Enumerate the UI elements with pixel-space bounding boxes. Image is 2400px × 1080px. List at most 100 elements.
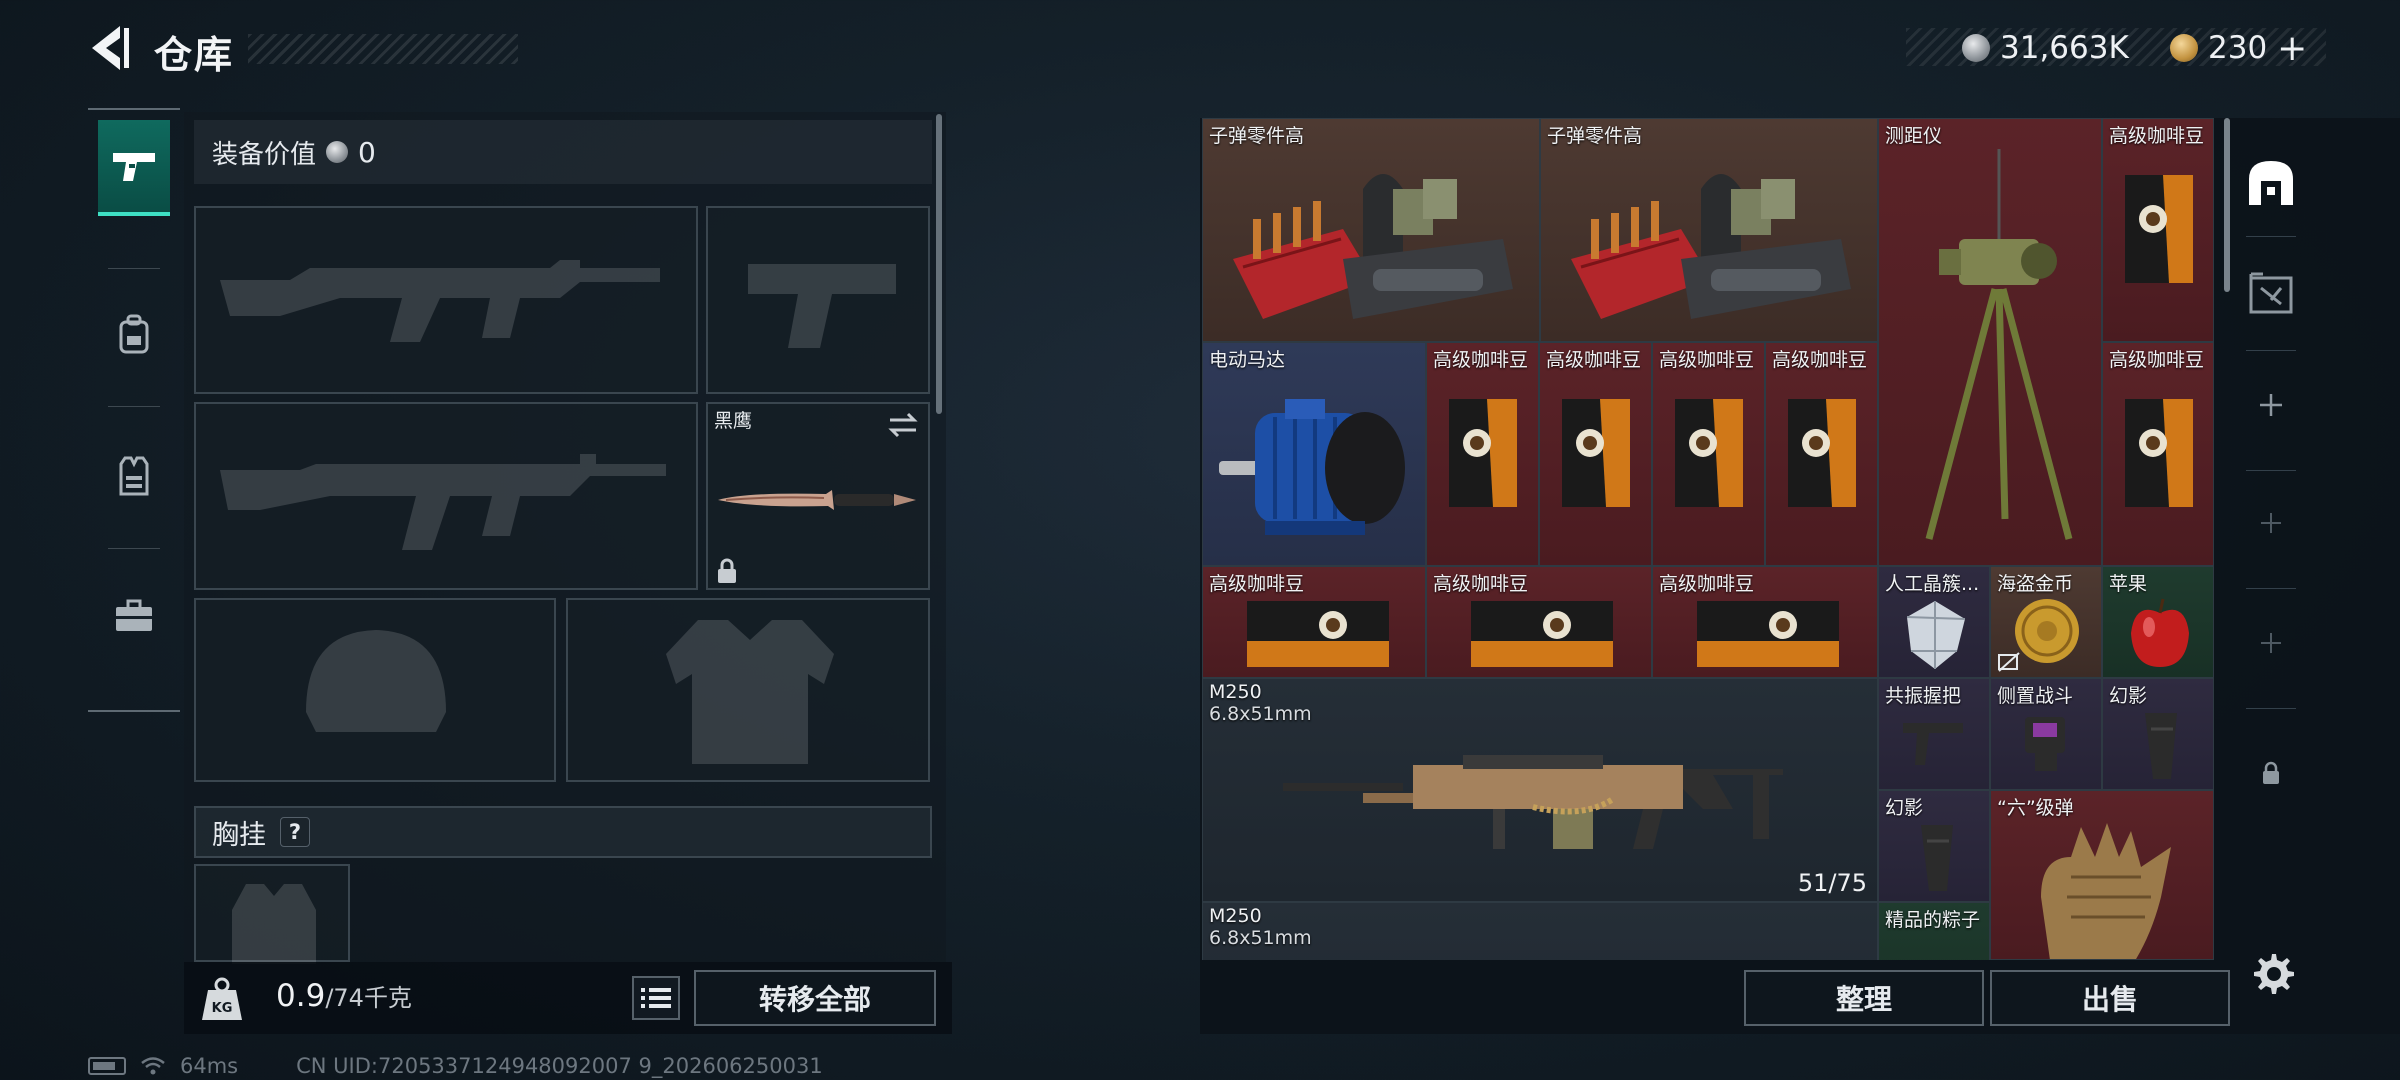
storage-item[interactable]: 高级咖啡豆 xyxy=(1652,566,1878,678)
storage-item[interactable]: 高级咖啡豆 xyxy=(2102,118,2214,342)
storage-item[interactable]: “六”级弹 xyxy=(1990,790,2214,960)
chest-rig-slot[interactable] xyxy=(194,864,350,964)
add-icon xyxy=(2261,633,2281,653)
side-sight-icon xyxy=(2025,717,2065,771)
help-icon[interactable]: ? xyxy=(280,817,310,847)
settings-button[interactable] xyxy=(2250,952,2294,996)
storage-item[interactable]: 子弹零件高 xyxy=(1202,118,1540,342)
transfer-all-button[interactable]: 转移全部 xyxy=(694,970,936,1026)
coffee-bag-icon xyxy=(2125,399,2193,507)
add-storage-button[interactable] xyxy=(2236,370,2306,440)
storage-item[interactable]: 高级咖啡豆 xyxy=(1652,342,1765,566)
pistol-grip-icon xyxy=(1921,825,1953,891)
item-name: 高级咖啡豆 xyxy=(1433,349,1529,371)
item-caliber: 6.8x51mm xyxy=(1209,703,1312,725)
no-sell-icon xyxy=(1998,652,2020,672)
back-button[interactable] xyxy=(84,22,132,74)
machine-gun-icon xyxy=(1283,755,1783,849)
storage-item[interactable]: 人工晶簇... xyxy=(1878,566,1990,678)
coffee-bag-icon xyxy=(1449,399,1517,507)
item-count: 51/75 xyxy=(1797,869,1867,897)
capacity-max: /74千克 xyxy=(325,984,412,1012)
storage-side-strip xyxy=(2236,118,2306,948)
item-name: 幻影 xyxy=(2109,685,2148,707)
sort-button[interactable]: 整理 xyxy=(1744,970,1984,1026)
item-name: 苹果 xyxy=(2109,573,2148,595)
item-name: 高级咖啡豆 xyxy=(1433,573,1529,595)
add-icon xyxy=(2260,394,2282,416)
pistol-grip-icon xyxy=(2145,713,2177,779)
swap-icon[interactable] xyxy=(886,410,920,440)
storage-item[interactable]: 高级咖啡豆 xyxy=(1426,342,1539,566)
storage-item[interactable]: 幻影 xyxy=(1878,790,1990,902)
item-name: 幻影 xyxy=(1885,797,1924,819)
storage-vault-button[interactable] xyxy=(2236,148,2306,218)
item-name: 侧置战斗 xyxy=(1997,685,2074,707)
add-storage-button[interactable] xyxy=(2236,608,2306,678)
armor-slot[interactable] xyxy=(566,598,930,782)
lock-icon xyxy=(718,558,736,583)
apple-icon xyxy=(2131,598,2189,667)
pistol-icon xyxy=(113,153,155,181)
equipment-value-label: 装备价值 xyxy=(212,139,317,170)
electric-motor-icon xyxy=(1219,399,1405,535)
storage-item[interactable]: 海盗金币 xyxy=(1990,566,2102,678)
add-icon xyxy=(2261,513,2281,533)
item-name: 海盗金币 xyxy=(1997,573,2074,595)
item-name: 人工晶簇... xyxy=(1885,573,1980,595)
storage-item[interactable]: 高级咖啡豆 xyxy=(2102,342,2214,566)
locked-storage-slot[interactable] xyxy=(2236,738,2306,808)
tab-toolbox[interactable] xyxy=(98,568,170,664)
item-name: 高级咖啡豆 xyxy=(1209,573,1305,595)
primary-weapon-slot-1[interactable] xyxy=(194,206,698,394)
storage-item[interactable]: M250 6.8x51mm xyxy=(1202,902,1878,960)
storage-item[interactable]: 苹果 xyxy=(2102,566,2214,678)
uid-text: CN UID:7205337124948092007 9_20260625003… xyxy=(296,1054,823,1078)
item-name: “六”级弹 xyxy=(1997,797,2074,819)
item-name: 高级咖啡豆 xyxy=(1546,349,1642,371)
tab-vest[interactable] xyxy=(98,428,170,524)
equipment-value-header: 装备价值 0 xyxy=(194,120,932,184)
item-name: 高级咖啡豆 xyxy=(1659,349,1755,371)
storage-item[interactable]: 高级咖啡豆 xyxy=(1426,566,1652,678)
helmet-slot[interactable] xyxy=(194,598,556,782)
coffee-bag-icon xyxy=(1471,601,1613,667)
coffee-bag-icon xyxy=(1675,399,1743,507)
storage-scrollbar[interactable] xyxy=(2224,118,2230,292)
storage-item[interactable]: 高级咖啡豆 xyxy=(1202,566,1426,678)
list-view-button[interactable] xyxy=(632,976,680,1020)
chest-rig-label: 胸挂 xyxy=(212,819,266,851)
storage-item[interactable]: 高级咖啡豆 xyxy=(1539,342,1652,566)
item-name: M250 xyxy=(1209,681,1262,703)
sidearm-slot[interactable] xyxy=(706,206,930,394)
chest-rig-silhouette-icon xyxy=(232,884,316,964)
storage-item[interactable]: 子弹零件高 xyxy=(1540,118,1878,342)
storage-item[interactable]: 幻影 xyxy=(2102,678,2214,790)
lock-icon xyxy=(2263,761,2279,784)
storage-item[interactable]: 测距仪 xyxy=(1878,118,2102,566)
tab-weapons[interactable] xyxy=(98,120,170,216)
gold-currency: 230 + xyxy=(2170,28,2307,69)
item-name: 高级咖啡豆 xyxy=(2109,349,2205,371)
add-storage-button[interactable] xyxy=(2236,488,2306,558)
storage-item[interactable]: 精品的粽子 xyxy=(1878,902,1990,960)
tab-backpack[interactable] xyxy=(98,286,170,382)
storage-item[interactable]: 共振握把 xyxy=(1878,678,1990,790)
equipment-scrollbar[interactable] xyxy=(936,114,942,414)
capacity-current: 0.9 xyxy=(276,978,326,1014)
storage-item[interactable]: 高级咖啡豆 xyxy=(1765,342,1878,566)
coffee-bag-icon xyxy=(1697,601,1839,667)
storage-item[interactable]: 电动马达 xyxy=(1202,342,1426,566)
melee-slot[interactable]: 黑鹰 xyxy=(706,402,930,590)
wifi-icon xyxy=(141,1057,165,1075)
sell-button[interactable]: 出售 xyxy=(1990,970,2230,1026)
armor-silhouette-icon xyxy=(666,620,834,764)
storage-item[interactable]: M250 6.8x51mm 51/75 xyxy=(1202,678,1878,902)
item-caliber: 6.8x51mm xyxy=(1209,927,1312,949)
weight-icon-text: KG xyxy=(212,1001,233,1016)
storage-item[interactable]: 侧置战斗 xyxy=(1990,678,2102,790)
primary-weapon-slot-2[interactable] xyxy=(194,402,698,590)
add-currency-button[interactable]: + xyxy=(2277,28,2307,69)
inventory-scan-button[interactable] xyxy=(2236,258,2306,328)
gold-amount: 230 xyxy=(2208,30,2268,66)
